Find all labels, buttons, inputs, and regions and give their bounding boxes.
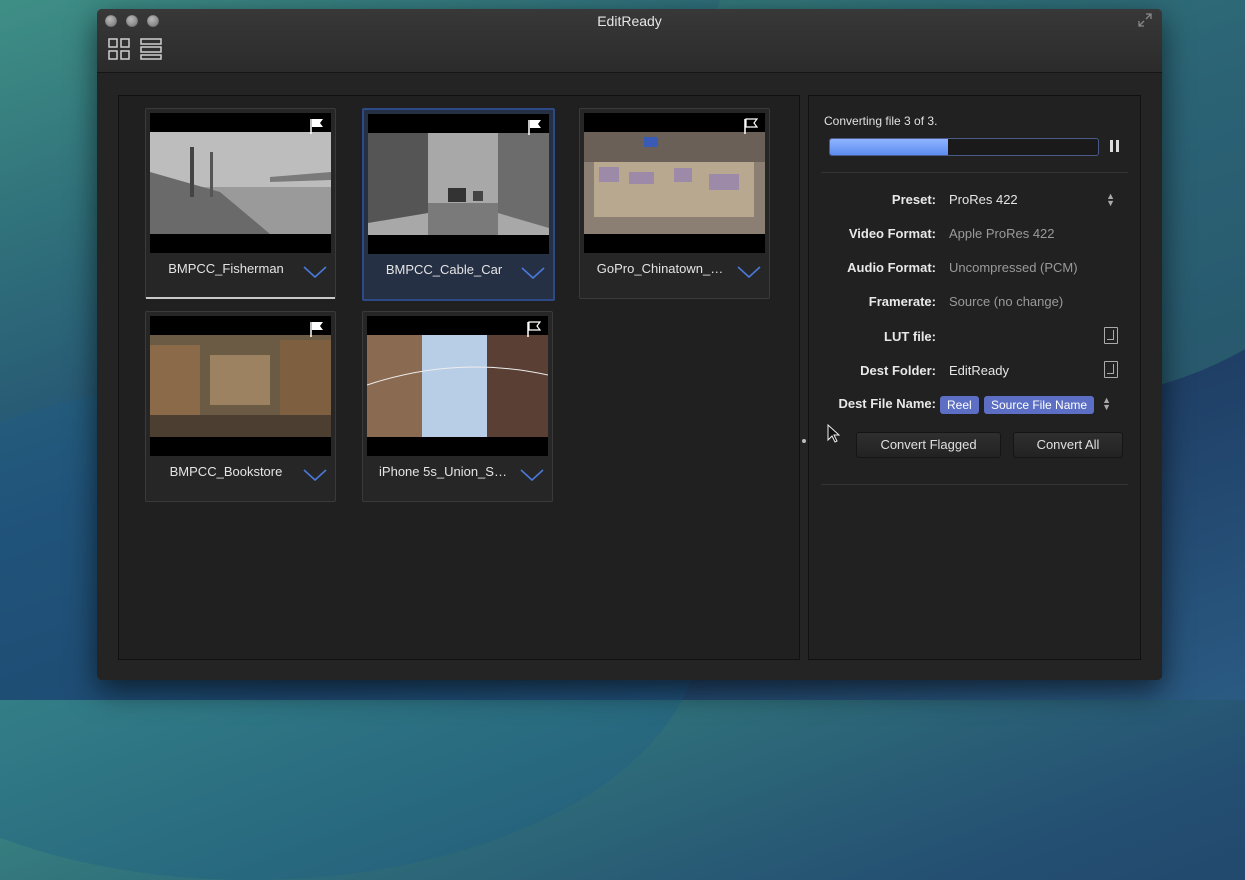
lut-label: LUT file: [884, 329, 936, 344]
title-bar: EditReady [97, 9, 1162, 73]
video-format-row: Video Format: Apple ProRes 422 [809, 226, 1140, 246]
convert-all-button[interactable]: Convert All [1013, 432, 1123, 458]
convert-flagged-button[interactable]: Convert Flagged [856, 432, 1001, 458]
chevron-down-icon[interactable] [521, 266, 545, 280]
card-underline [146, 297, 335, 299]
clip-thumbnail [150, 316, 331, 456]
video-format-value: Apple ProRes 422 [949, 226, 1055, 241]
progress-bar [829, 138, 1099, 156]
clip-card[interactable]: BMPCC_Bookstore [145, 311, 336, 502]
stepper-icon[interactable]: ▲ ▼ [1106, 192, 1115, 208]
audio-format-label: Audio Format: [847, 260, 936, 275]
clip-name: BMPCC_Cable_Car [385, 262, 503, 277]
file-picker-icon[interactable] [1104, 327, 1118, 344]
clip-name: BMPCC_Fisherman [168, 261, 284, 276]
progress-fill [830, 139, 948, 155]
audio-format-row: Audio Format: Uncompressed (PCM) [809, 260, 1140, 280]
preset-label: Preset: [891, 192, 936, 207]
dest-folder-label: Dest Folder: [860, 363, 936, 378]
fullscreen-icon[interactable] [1138, 13, 1152, 27]
main-content: BMPCC_Fisherman BMPCC_Cable_Car GoPro_Ch… [97, 73, 1162, 680]
dest-file-name-row: Dest File Name: Reel Source File Name ▲ ▼ [809, 396, 1140, 416]
preset-row: Preset: ProRes 422 ▲ ▼ [809, 192, 1140, 212]
mouse-cursor-icon [827, 424, 841, 443]
clip-thumbnail [150, 113, 331, 253]
window-title: EditReady [597, 13, 662, 29]
clip-name: iPhone 5s_Union_S… [379, 464, 507, 479]
flag-icon[interactable] [310, 118, 324, 134]
app-window: EditReady BMPCC_Fisherman BMPCC_Cable_Ca… [97, 9, 1162, 680]
stepper-icon[interactable]: ▲ ▼ [1102, 396, 1111, 412]
framerate-value: Source (no change) [949, 294, 1064, 309]
clip-name: BMPCC_Bookstore [169, 464, 283, 479]
conversion-status: Converting file 3 of 3. [824, 114, 938, 128]
chevron-down-icon[interactable] [520, 468, 544, 482]
dest-folder-value: EditReady [949, 363, 1009, 378]
framerate-label: Framerate: [868, 294, 936, 309]
flag-outline-icon[interactable] [527, 321, 541, 337]
chevron-down-icon[interactable] [737, 265, 761, 279]
filename-token-source[interactable]: Source File Name [984, 396, 1095, 414]
chevron-down-icon[interactable] [303, 265, 327, 279]
audio-format-value: Uncompressed (PCM) [949, 260, 1078, 275]
clip-thumbnail [584, 113, 765, 253]
dest-folder-row: Dest Folder: EditReady [809, 361, 1140, 383]
clip-card[interactable]: BMPCC_Cable_Car [362, 108, 555, 301]
settings-panel: Converting file 3 of 3. Preset: ProRes 4… [808, 95, 1141, 660]
clip-browser: BMPCC_Fisherman BMPCC_Cable_Car GoPro_Ch… [118, 95, 800, 660]
framerate-row: Framerate: Source (no change) [809, 294, 1140, 314]
video-format-label: Video Format: [848, 226, 936, 241]
clip-card[interactable]: BMPCC_Fisherman [145, 108, 336, 299]
clip-thumbnail [368, 114, 549, 254]
filename-token-reel[interactable]: Reel [940, 396, 979, 414]
pause-icon[interactable] [1110, 140, 1122, 152]
flag-icon[interactable] [310, 321, 324, 337]
clip-card[interactable]: iPhone 5s_Union_S… [362, 311, 553, 502]
clip-thumbnail [367, 316, 548, 456]
divider [821, 484, 1128, 485]
divider [821, 172, 1128, 173]
chevron-down-icon[interactable] [303, 468, 327, 482]
folder-picker-icon[interactable] [1104, 361, 1118, 378]
preset-select[interactable]: ProRes 422 [949, 192, 1018, 207]
grid-view-icon[interactable] [108, 38, 130, 60]
splitter-handle[interactable] [802, 439, 806, 443]
flag-icon[interactable] [528, 119, 542, 135]
clip-card[interactable]: GoPro_Chinatown_… [579, 108, 770, 299]
clip-name: GoPro_Chinatown_… [596, 261, 724, 276]
list-view-icon[interactable] [140, 38, 162, 60]
lut-row: LUT file: [809, 327, 1140, 349]
dest-file-name-label: Dest File Name: [838, 396, 936, 411]
flag-outline-icon[interactable] [744, 118, 758, 134]
